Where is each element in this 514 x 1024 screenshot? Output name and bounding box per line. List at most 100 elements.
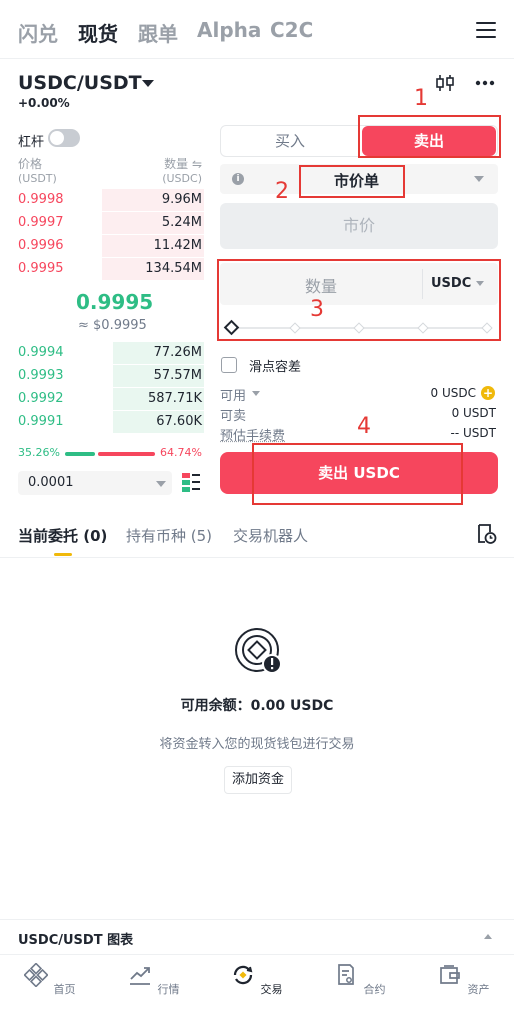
chevron-down-icon xyxy=(252,391,260,396)
menu-icon[interactable] xyxy=(476,22,496,38)
slippage-checkbox[interactable] xyxy=(221,357,237,373)
bid-row[interactable]: 0.9994 77.26M xyxy=(18,342,204,364)
buy-tab[interactable]: 买入 xyxy=(222,127,358,155)
bid-row[interactable]: 0.9992 587.71K xyxy=(18,388,204,410)
buy-ratio: 35.26% xyxy=(18,446,60,459)
chevron-down-icon[interactable] xyxy=(142,80,154,87)
annotation-box-2 xyxy=(299,165,405,198)
ask-qty: 9.96M xyxy=(161,192,202,207)
available-value: 0 USDC xyxy=(430,386,476,400)
sellable-value: 0 USDT xyxy=(451,406,496,420)
bid-row[interactable]: 0.9993 57.57M xyxy=(18,365,204,387)
bottom-nav: 首页 行情 交易 合约 资产 xyxy=(0,954,514,1024)
more-icon[interactable] xyxy=(475,80,495,86)
ask-qty: 5.24M xyxy=(161,215,202,230)
tab-trading-bots[interactable]: 交易机器人 xyxy=(233,525,308,546)
leverage-toggle[interactable] xyxy=(48,129,80,147)
ask-qty: 11.42M xyxy=(153,238,202,253)
annotation-number-4: 4 xyxy=(357,414,371,439)
divider xyxy=(0,58,514,59)
precision-select[interactable]: 0.0001 xyxy=(18,471,172,495)
precision-value: 0.0001 xyxy=(28,475,74,490)
info-icon[interactable]: i xyxy=(232,173,244,185)
buy-ratio-bar xyxy=(65,452,95,456)
fee-value: -- USDT xyxy=(450,426,496,440)
empty-state-message: 将资金转入您的现货钱包进行交易 xyxy=(159,737,355,752)
bid-price: 0.9994 xyxy=(18,345,64,360)
trade-icon xyxy=(234,965,253,985)
chart-toggle-bar[interactable]: USDC/USDT 图表 xyxy=(0,919,514,953)
price-change: +0.00% xyxy=(18,96,70,110)
nav-trade[interactable]: 交易 xyxy=(227,963,287,997)
last-price: 0.9995 xyxy=(76,290,154,314)
ask-price: 0.9995 xyxy=(18,261,64,276)
ask-price: 0.9997 xyxy=(18,215,64,230)
ask-row[interactable]: 0.9995 134.54M xyxy=(18,258,204,280)
candlestick-icon[interactable] xyxy=(435,73,455,93)
nav-label: 行情 xyxy=(157,983,180,996)
ask-price: 0.9996 xyxy=(18,238,64,253)
top-nav: 闪兑 现货 跟单 Alpha C2C xyxy=(0,0,514,60)
ask-price: 0.9998 xyxy=(18,192,64,207)
chevron-down-icon xyxy=(156,481,166,487)
chevron-up-icon xyxy=(484,934,492,939)
sell-ratio-bar xyxy=(98,452,155,456)
bid-price: 0.9993 xyxy=(18,368,64,383)
bid-price: 0.9992 xyxy=(18,391,64,406)
bid-price: 0.9991 xyxy=(18,414,64,429)
ask-row[interactable]: 0.9996 11.42M xyxy=(18,235,204,257)
tab-copy-trading[interactable]: 跟单 xyxy=(138,18,178,47)
orderbook-layout-icon[interactable] xyxy=(182,472,200,492)
tab-convert[interactable]: 闪兑 xyxy=(18,18,58,47)
nav-markets[interactable]: 行情 xyxy=(124,963,184,997)
available-balance: 可用余额：0.00 USDC xyxy=(180,698,334,714)
nav-label: 首页 xyxy=(53,983,76,996)
last-price-fiat: ≈ $0.9995 xyxy=(78,318,147,333)
divider xyxy=(0,557,514,558)
tab-holdings[interactable]: 持有币种 (5) xyxy=(126,525,212,546)
ask-row[interactable]: 0.9998 9.96M xyxy=(18,189,204,211)
nav-label: 交易 xyxy=(260,983,283,996)
nav-home[interactable]: 首页 xyxy=(20,962,80,997)
chart-bar-label: USDC/USDT 图表 xyxy=(18,933,134,948)
tab-alpha[interactable]: Alpha xyxy=(197,18,261,42)
tab-open-orders[interactable]: 当前委托 (0) xyxy=(18,525,107,546)
empty-wallet-icon xyxy=(235,628,282,674)
available-label[interactable]: 可用 xyxy=(220,385,246,404)
bid-row[interactable]: 0.9991 67.60K xyxy=(18,411,204,433)
nav-assets[interactable]: 资产 xyxy=(434,963,494,997)
ask-row[interactable]: 0.9997 5.24M xyxy=(18,212,204,234)
nav-label: 资产 xyxy=(467,983,490,996)
tab-spot[interactable]: 现货 xyxy=(78,18,118,47)
wallet-icon xyxy=(440,965,461,984)
markets-icon xyxy=(130,967,151,985)
slippage-label[interactable]: 滑点容差 xyxy=(249,356,301,375)
bid-qty: 67.60K xyxy=(156,414,202,429)
tab-c2c[interactable]: C2C xyxy=(270,18,313,42)
add-funds-icon[interactable]: + xyxy=(481,386,495,400)
price-input: 市价 xyxy=(220,203,498,249)
bid-qty: 57.57M xyxy=(153,368,202,383)
bid-qty: 77.26M xyxy=(153,345,202,360)
fee-label[interactable]: 预估手续费 xyxy=(220,425,285,444)
annotation-box-1 xyxy=(358,115,501,158)
price-header: 价格 xyxy=(18,157,43,171)
add-funds-button[interactable]: 添加资金 xyxy=(224,766,292,794)
home-icon xyxy=(23,962,50,988)
futures-icon xyxy=(338,964,355,985)
pair-symbol[interactable]: USDC/USDT xyxy=(18,72,142,94)
annotation-number-1: 1 xyxy=(414,86,428,111)
qty-header[interactable]: 数量 ⇋ xyxy=(164,155,202,172)
annotation-box-4 xyxy=(252,443,463,505)
order-history-icon[interactable] xyxy=(476,523,498,545)
ask-qty: 134.54M xyxy=(145,261,202,276)
annotation-number-3: 3 xyxy=(310,297,324,322)
annotation-number-2: 2 xyxy=(275,179,289,204)
sell-ratio: 64.74% xyxy=(160,446,202,459)
price-unit: (USDT) xyxy=(18,172,57,185)
nav-futures[interactable]: 合约 xyxy=(330,963,390,997)
annotation-box-3 xyxy=(217,259,501,341)
sellable-label: 可卖 xyxy=(220,409,247,424)
bid-qty: 587.71K xyxy=(147,391,202,406)
leverage-label: 杠杆 xyxy=(18,135,45,150)
